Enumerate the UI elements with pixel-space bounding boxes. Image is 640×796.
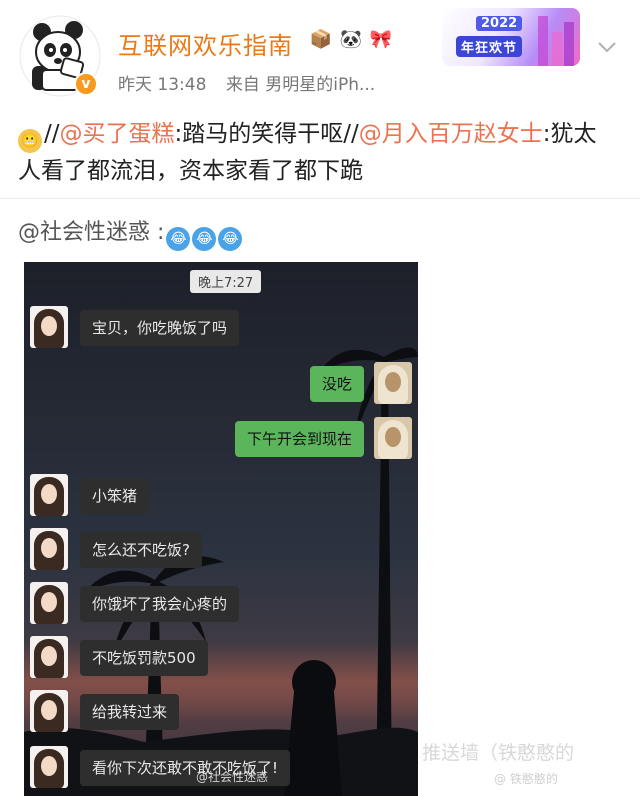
avatar-face [41,700,57,720]
chat-time: 晚上7:27 [190,270,262,293]
promo-building-3 [564,22,574,66]
repost-mention[interactable]: @社会性迷惑 : [18,220,164,245]
repost-source: @社会性迷惑 : 😂 😂 😂 [18,214,243,251]
incoming-bubble: 你饿坏了我会心疼的 [80,586,240,622]
avatar-face [41,646,57,666]
chat-message: 给我转过来 [30,690,412,734]
chat-screenshot-image[interactable]: 晚上7:27 宝贝，你吃晚饭了吗 没吃 下午开会到现在 小笨猪 怎么还不吃饭? … [24,262,418,796]
segment-3: :踏马的笑得干呕// [174,121,359,147]
segment-1: // [44,121,60,147]
chat-message: 没吃 [30,362,412,406]
avatar-face [385,372,401,392]
incoming-bubble: 给我转过来 [80,694,180,730]
girl-avatar [30,636,68,678]
outgoing-bubble: 下午开会到现在 [234,421,364,457]
avatar-face [41,592,57,612]
avatar-face [41,316,57,336]
post-body: 😬//@买了蛋糕:踏马的笑得干呕//@月入百万赵女士:犹太人看了都流泪，资本家看… [18,116,618,189]
avatar-face [41,538,57,558]
post-timestamp: 昨天 13:48 [118,75,207,95]
promo-year: 2022 [476,16,523,31]
mention-link[interactable]: @买了蛋糕 [60,121,175,147]
avatar-face [41,756,57,776]
post-source[interactable]: 来自 男明星的iPh... [226,75,375,95]
girl-avatar [30,582,68,624]
incoming-bubble: 宝贝，你吃晚饭了吗 [80,310,240,346]
overlay-watermark: 推送墙（铁憨憨的 [422,742,575,764]
avatar-face [385,427,401,447]
girl-avatar [30,306,68,348]
incoming-bubble: 小笨猪 [80,478,150,514]
post-meta: 昨天 13:48 来自 男明星的iPh... [118,70,389,95]
girl-avatar [30,474,68,516]
chat-message: 怎么还不吃饭? [30,528,412,572]
panda-badge-icon: 🐼 [339,29,363,50]
bow-badge-icon: 🎀 [369,29,393,50]
incoming-bubble: 不吃饭罚款500 [80,640,208,676]
laugh-cry-emoji-icon: 😂 [218,227,243,251]
promo-building-2 [552,32,562,66]
overlay-watermark-sub: @ 铁憨憨的 [494,772,558,786]
promo-building-1 [538,16,548,66]
laugh-cry-emoji-icon: 😂 [192,227,217,251]
post-header: v 互联网欢乐指南 📦 🐼 🎀 昨天 13:48 来自 男明星的iPh... 2… [0,0,640,110]
image-watermark: @社会性迷惑 [196,770,269,784]
verified-badge-icon: v [74,72,98,96]
girl-avatar [30,690,68,732]
incoming-bubble: 怎么还不吃饭? [80,532,202,568]
chat-message: 宝贝，你吃晚饭了吗 [30,306,412,350]
promo-title: 年狂欢节 [456,36,523,57]
boy-avatar [374,362,412,404]
girl-avatar [30,746,68,788]
chevron-down-icon[interactable] [596,36,618,58]
username-badges: 📦 🐼 🎀 [308,27,394,53]
package-badge-icon: 📦 [309,29,333,50]
outgoing-bubble: 没吃 [309,366,364,402]
username[interactable]: 互联网欢乐指南 [118,26,293,61]
boy-avatar [374,417,412,459]
chat-message: 不吃饭罚款500 [30,636,412,680]
chat-message: 你饿坏了我会心疼的 [30,582,412,626]
grimace-emoji-icon: 😬 [18,129,42,153]
laugh-cry-emoji-icon: 😂 [166,227,191,251]
divider [0,198,640,199]
mention-link[interactable]: @月入百万赵女士 [359,121,543,147]
promo-banner[interactable]: 2022 年狂欢节 [442,8,580,66]
chat-message: 下午开会到现在 [30,417,412,461]
chat-message: 小笨猪 [30,474,412,518]
avatar-face [41,484,57,504]
girl-avatar [30,528,68,570]
